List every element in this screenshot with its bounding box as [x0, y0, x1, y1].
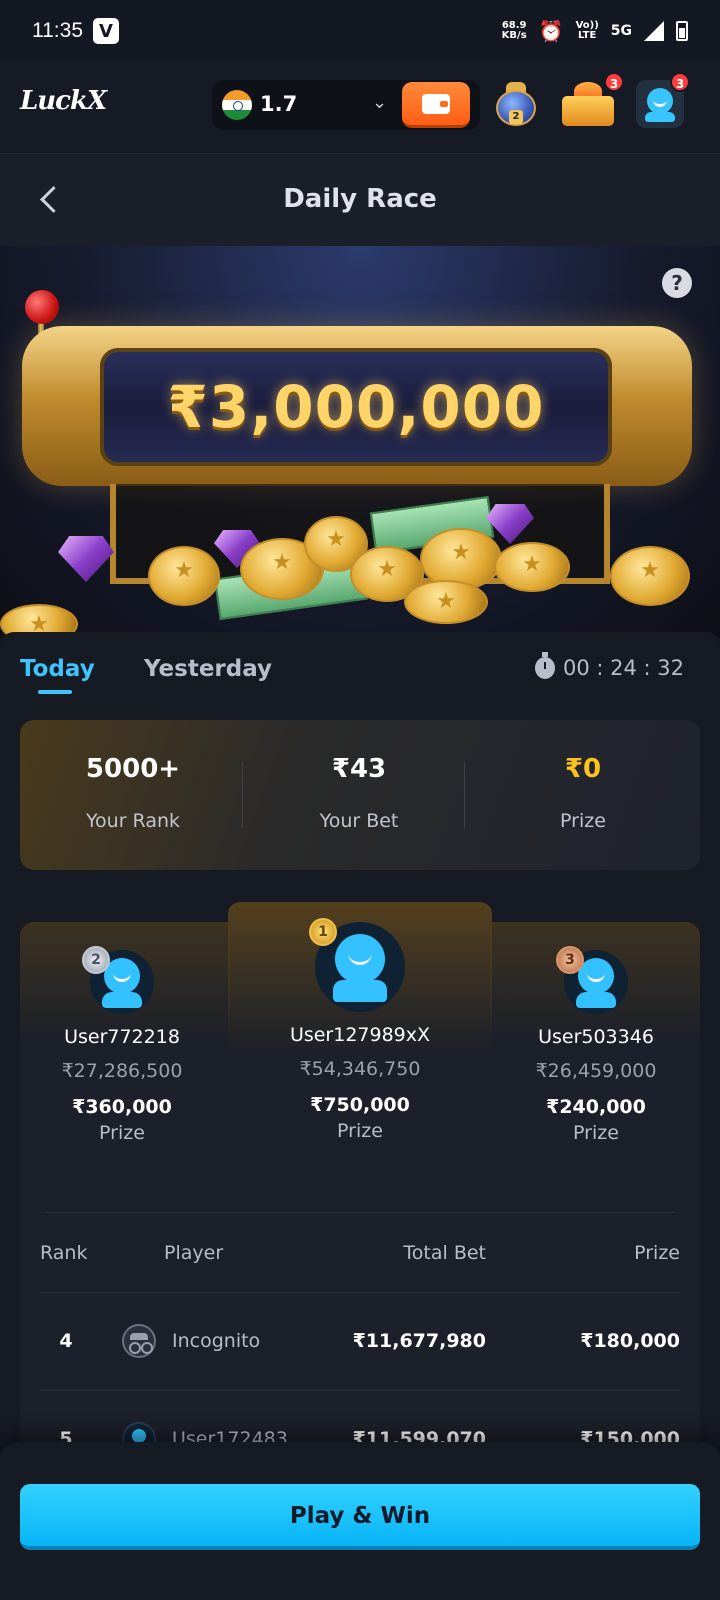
divider: [242, 762, 243, 828]
winner-prize-label: Prize: [99, 1122, 145, 1144]
balance-amount: 1.7: [260, 92, 298, 116]
row-total-bet: ₹11,677,980: [352, 1330, 486, 1352]
india-flag-icon: [222, 90, 252, 120]
page-title: Daily Race: [283, 184, 437, 214]
winner-prize-label: Prize: [573, 1122, 619, 1144]
row-player: Incognito: [172, 1330, 261, 1352]
gold-medal-icon: 1: [309, 918, 337, 946]
treasure-pot-icon[interactable]: 2: [492, 80, 540, 128]
stat-prize: ₹0 Prize: [470, 754, 696, 832]
tab-yesterday[interactable]: Yesterday: [144, 656, 272, 682]
podium-second[interactable]: 2 User772218 ₹27,286,500 ₹360,000 Prize: [22, 946, 222, 1144]
winner-name: User772218: [64, 1026, 180, 1048]
rank-value: 5000+: [85, 754, 181, 784]
winner-prize: ₹240,000: [546, 1096, 646, 1118]
podium-first[interactable]: 1 User127989xX ₹54,346,750 ₹750,000 Priz…: [260, 918, 460, 1142]
winner-prize: ₹750,000: [310, 1094, 410, 1116]
gift-badge: 3: [604, 72, 624, 92]
volte-indicator: Vo)) LTE: [575, 20, 599, 41]
jackpot-display: ₹3,000,000: [100, 348, 612, 466]
my-stats-card: 5000+ Your Rank ₹43 Your Bet ₹0 Prize: [20, 720, 700, 870]
lte-label: LTE: [577, 30, 597, 41]
prize-value: ₹0: [564, 754, 602, 784]
status-time: 11:35: [32, 19, 83, 42]
silver-medal-icon: 2: [82, 946, 110, 974]
coin-icon: [404, 580, 488, 624]
divider: [46, 1212, 674, 1213]
prize-label: Prize: [560, 810, 606, 832]
app-header: LuckX 1.7 ⌄ 2 3 3: [0, 62, 720, 154]
tab-today[interactable]: Today: [20, 656, 95, 682]
winner-name: User503346: [538, 1026, 654, 1048]
help-icon[interactable]: ?: [662, 268, 692, 298]
coin-icon: [148, 546, 220, 606]
jackpot-banner: ₹3,000,000 ?: [0, 246, 720, 638]
podium-third[interactable]: 3 User503346 ₹26,459,000 ₹240,000 Prize: [496, 946, 696, 1144]
incognito-icon: [122, 1324, 156, 1358]
avatar: 1: [309, 918, 405, 1012]
pot-level: 2: [509, 110, 523, 124]
stat-rank: 5000+ Your Rank: [20, 754, 246, 832]
page-titlebar: Daily Race: [0, 154, 720, 246]
divider: [464, 762, 465, 828]
bottom-action-bar: Play & Win: [0, 1442, 720, 1600]
network-type: 5G: [610, 23, 632, 39]
app-logo[interactable]: LuckX: [20, 86, 107, 116]
network-speed-unit: KB/s: [501, 30, 527, 41]
support-badge: 3: [670, 72, 690, 92]
bronze-medal-icon: 3: [556, 946, 584, 974]
winner-prize: ₹360,000: [72, 1096, 172, 1118]
divider: [40, 1390, 680, 1391]
winner-bet: ₹54,346,750: [299, 1058, 421, 1080]
gift-box-icon[interactable]: 3: [560, 72, 624, 128]
timer-value: 00 : 24 : 32: [562, 656, 684, 680]
stat-bet: ₹43 Your Bet: [246, 754, 472, 832]
bet-label: Your Bet: [319, 810, 399, 832]
countdown-timer: 00 : 24 : 32: [534, 652, 684, 680]
bet-value: ₹43: [331, 754, 387, 784]
winner-name: User127989xX: [289, 1024, 431, 1046]
v-app-icon: V: [93, 18, 119, 44]
stopwatch-icon: [534, 652, 555, 679]
divider: [40, 1292, 680, 1293]
active-tab-indicator: [38, 690, 72, 694]
table-row[interactable]: 4 Incognito ₹11,677,980 ₹180,000: [0, 1324, 720, 1390]
col-header-rank: Rank: [40, 1242, 88, 1264]
coin-icon: [494, 542, 570, 592]
slot-machine: ₹3,000,000: [22, 326, 692, 486]
row-prize: ₹180,000: [580, 1330, 680, 1352]
jackpot-amount: ₹3,000,000: [167, 373, 545, 441]
winner-bet: ₹27,286,500: [61, 1060, 183, 1082]
signal-icon: [644, 21, 664, 41]
col-header-total-bet: Total Bet: [403, 1242, 486, 1264]
gem-icon: [58, 536, 114, 582]
support-avatar-icon[interactable]: 3: [636, 72, 690, 128]
play-and-win-button[interactable]: Play & Win: [20, 1484, 700, 1550]
status-bar: 11:35 V 68.9 KB/s ⏰ Vo)) LTE 5G: [0, 0, 720, 62]
lever-knob: [25, 290, 59, 324]
col-header-prize: Prize: [634, 1242, 680, 1264]
coin-icon: [610, 546, 690, 606]
avatar: 3: [556, 946, 628, 1014]
wallet-button[interactable]: [402, 82, 470, 128]
row-rank: 4: [59, 1330, 73, 1352]
col-header-player: Player: [164, 1242, 224, 1264]
winner-prize-label: Prize: [337, 1120, 383, 1142]
battery-icon: [676, 21, 688, 41]
rank-label: Your Rank: [85, 810, 181, 832]
alarm-icon: ⏰: [538, 19, 564, 43]
avatar: 2: [82, 946, 154, 1014]
winner-bet: ₹26,459,000: [535, 1060, 657, 1082]
chevron-down-icon[interactable]: ⌄: [372, 92, 387, 113]
network-speed: 68.9 KB/s: [502, 21, 527, 41]
balance-selector[interactable]: 1.7 ⌄: [212, 80, 480, 130]
